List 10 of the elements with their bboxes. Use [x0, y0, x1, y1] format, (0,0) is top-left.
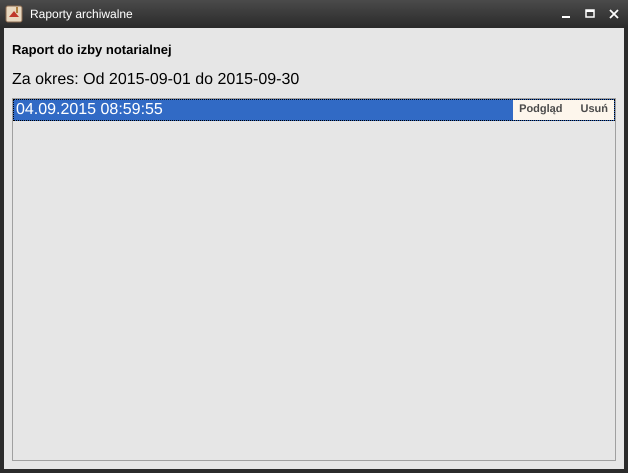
app-icon: [5, 5, 23, 23]
action-link[interactable]: Podgląd: [519, 101, 562, 118]
window-title: Raporty archiwalne: [30, 6, 134, 23]
report-row[interactable]: 04.09.2015 08:59:55 Podgląd Usuń: [13, 98, 615, 120]
report-date: 04.09.2015 08:59:55: [15, 100, 164, 120]
period-label: Za okres: Od 2015-09-01 do 2015-09-30: [12, 70, 300, 90]
action-link[interactable]: Usuń: [580, 101, 608, 118]
report-heading: Raport do izby notarialnej: [12, 41, 173, 59]
maximize-icon[interactable]: [585, 9, 595, 19]
close-icon[interactable]: [609, 9, 619, 19]
